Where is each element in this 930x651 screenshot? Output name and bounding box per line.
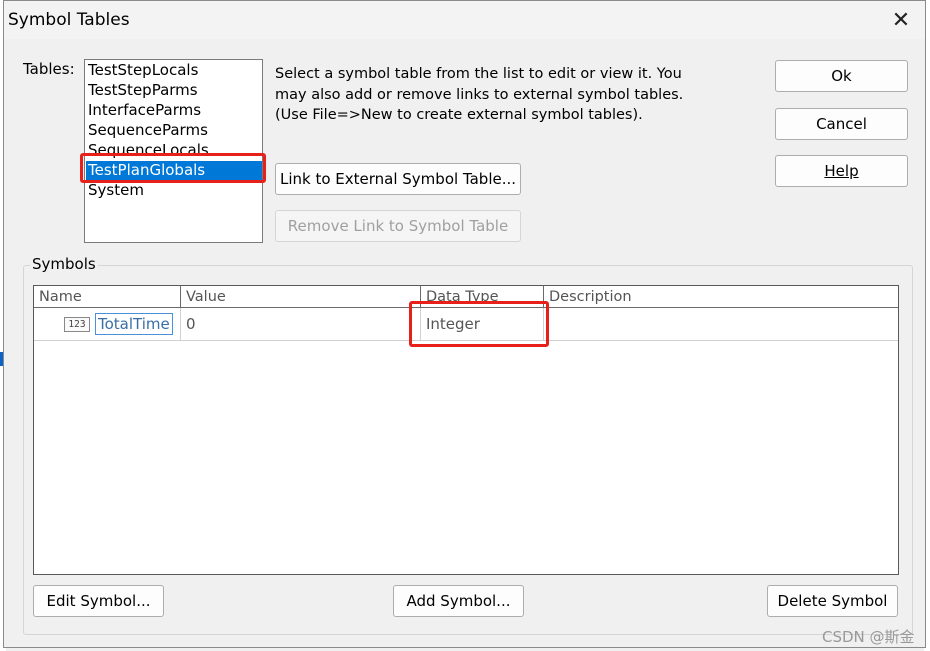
column-header-description[interactable]: Description: [544, 286, 898, 308]
help-button[interactable]: Help: [775, 155, 908, 187]
close-button[interactable]: ✕: [879, 3, 923, 37]
add-symbol-label: Add Symbol...: [406, 592, 511, 610]
column-header-value[interactable]: Value: [181, 286, 421, 308]
cancel-button[interactable]: Cancel: [775, 108, 908, 140]
close-icon: ✕: [891, 7, 911, 33]
instructions-text: Select a symbol table from the list to e…: [275, 66, 684, 123]
cell-data-type[interactable]: Integer: [421, 308, 544, 341]
cell-description[interactable]: [544, 308, 898, 341]
remove-link-button[interactable]: Remove Link to Symbol Table: [275, 210, 521, 242]
remove-link-label: Remove Link to Symbol Table: [287, 217, 509, 235]
link-external-label: Link to External Symbol Table...: [279, 170, 517, 188]
symbols-grid[interactable]: Name Value Data Type Description 123 Tot…: [33, 285, 899, 575]
watermark: CSDN @斯金: [822, 628, 915, 646]
column-header-name[interactable]: Name: [34, 286, 181, 308]
tables-label: Tables:: [23, 60, 75, 78]
symbol-name[interactable]: TotalTime: [95, 313, 173, 335]
integer-icon: 123: [64, 317, 90, 332]
title-bar: Symbol Tables ✕: [4, 1, 925, 39]
symbols-group-label: Symbols: [30, 255, 98, 273]
dialog-title: Symbol Tables: [8, 10, 130, 30]
table-item-system[interactable]: System: [86, 181, 262, 200]
symbol-tables-dialog: Symbol Tables ✕ Tables: TestStepLocals T…: [3, 0, 926, 648]
table-item-testplanglobals[interactable]: TestPlanGlobals: [86, 161, 262, 180]
tables-listbox[interactable]: TestStepLocals TestStepParms InterfacePa…: [84, 59, 263, 243]
table-item-teststepparms[interactable]: TestStepParms: [86, 81, 262, 100]
add-symbol-button[interactable]: Add Symbol...: [393, 585, 524, 617]
edit-symbol-label: Edit Symbol...: [46, 592, 151, 610]
delete-symbol-label: Delete Symbol: [777, 592, 888, 610]
cell-value[interactable]: 0: [181, 308, 421, 341]
table-item-interfaceparms[interactable]: InterfaceParms: [86, 101, 262, 120]
help-label: Help: [824, 162, 859, 180]
column-header-data-type[interactable]: Data Type: [421, 286, 544, 308]
cell-name[interactable]: 123 TotalTime: [34, 308, 181, 341]
cancel-label: Cancel: [816, 115, 867, 133]
edit-symbol-button[interactable]: Edit Symbol...: [33, 585, 164, 617]
table-item-sequencelocals[interactable]: SequenceLocals: [86, 141, 262, 160]
ok-label: Ok: [831, 67, 852, 85]
table-item-teststeplocals[interactable]: TestStepLocals: [86, 61, 262, 80]
ok-button[interactable]: Ok: [775, 60, 908, 92]
link-external-button[interactable]: Link to External Symbol Table...: [275, 163, 521, 195]
table-item-sequenceparms[interactable]: SequenceParms: [86, 121, 262, 140]
delete-symbol-button[interactable]: Delete Symbol: [767, 585, 898, 617]
